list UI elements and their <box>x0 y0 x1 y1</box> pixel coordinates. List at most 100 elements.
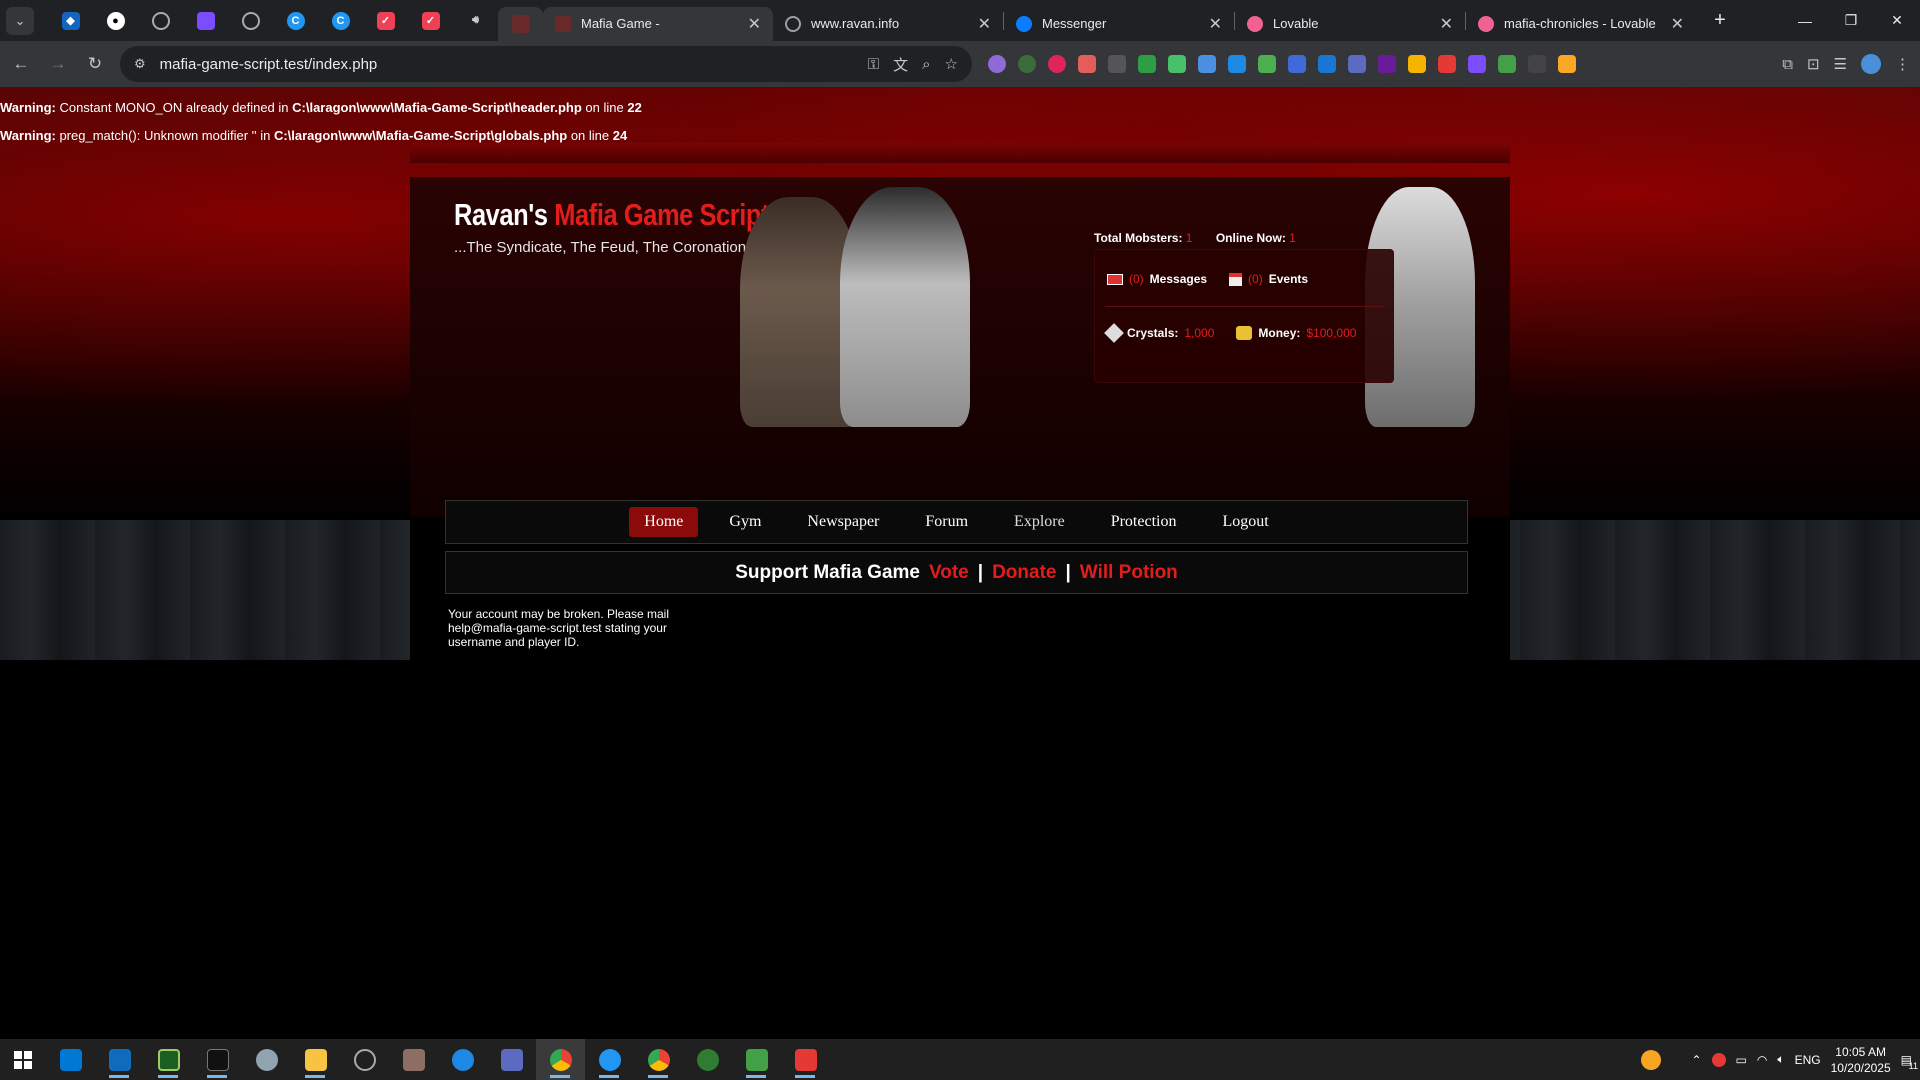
taskbar-app[interactable] <box>340 1039 389 1080</box>
tab-close-icon[interactable]: ✕ <box>1671 14 1684 34</box>
zoom-icon[interactable]: ⌕ <box>922 56 930 73</box>
will-potion-link[interactable]: Will Potion <box>1080 562 1178 584</box>
chevron-up-icon[interactable]: ⌃ <box>1691 1053 1701 1067</box>
tab-close-icon[interactable]: ✕ <box>1440 14 1453 34</box>
extension-icon[interactable] <box>1258 55 1276 73</box>
extension-icon[interactable] <box>1378 55 1396 73</box>
taskbar-app[interactable] <box>438 1039 487 1080</box>
taskbar-outlook[interactable] <box>95 1039 144 1080</box>
pinned-tab-3[interactable] <box>138 4 183 38</box>
address-bar[interactable]: ⚙ mafia-game-script.test/index.php ⚿ 文 ⌕… <box>120 46 972 82</box>
extension-icon[interactable] <box>1048 55 1066 73</box>
extension-icon[interactable] <box>1528 55 1546 73</box>
messages-count[interactable]: (0) <box>1129 272 1144 286</box>
password-key-icon[interactable]: ⚿ <box>868 56 879 73</box>
taskbar-app[interactable] <box>389 1039 438 1080</box>
pinned-tab-8[interactable]: ✓ <box>363 4 408 38</box>
pinned-tab-1[interactable]: ◆ <box>48 4 93 38</box>
pinned-tab-11[interactable] <box>498 6 543 41</box>
taskbar-chrome[interactable] <box>536 1039 585 1080</box>
start-button[interactable] <box>0 1039 46 1080</box>
tab-mafia-game[interactable]: Mafia Game - ✕ <box>543 6 773 41</box>
nav-protection[interactable]: Protection <box>1096 507 1192 537</box>
nav-explore[interactable]: Explore <box>999 507 1080 537</box>
pinned-tab-10[interactable]: 🔊︎ <box>453 4 498 38</box>
extension-icon[interactable] <box>1288 55 1306 73</box>
events-count[interactable]: (0) <box>1248 272 1263 286</box>
extension-icon[interactable] <box>1168 55 1186 73</box>
minimize-button[interactable]: — <box>1782 0 1828 41</box>
volume-icon[interactable]: 🔈︎ <box>1777 1052 1784 1067</box>
extension-icon[interactable] <box>1558 55 1576 73</box>
nav-logout[interactable]: Logout <box>1207 507 1283 537</box>
taskbar-app[interactable] <box>683 1039 732 1080</box>
taskbar-store[interactable] <box>46 1039 95 1080</box>
extension-icon[interactable] <box>1198 55 1216 73</box>
weather-icon[interactable] <box>1641 1049 1662 1070</box>
tab-close-icon[interactable]: ✕ <box>748 14 761 34</box>
site-logo[interactable]: Ravan's Mafia Game Script <box>454 197 770 233</box>
pinned-tab-7[interactable]: C <box>318 4 363 38</box>
tab-close-icon[interactable]: ✕ <box>978 14 991 34</box>
pinned-tab-6[interactable]: C <box>273 4 318 38</box>
reading-list-icon[interactable]: ☰ <box>1834 55 1847 73</box>
taskbar-app[interactable] <box>144 1039 193 1080</box>
translate-icon[interactable]: 文 <box>893 54 908 75</box>
extension-icon[interactable] <box>1138 55 1156 73</box>
extension-icon[interactable] <box>1498 55 1516 73</box>
taskbar-app[interactable] <box>193 1039 242 1080</box>
new-tab-button[interactable]: + <box>1706 9 1734 32</box>
battery-icon[interactable]: ▭ <box>1736 1053 1747 1067</box>
nav-forum[interactable]: Forum <box>910 507 983 537</box>
close-window-button[interactable]: ✕ <box>1874 0 1920 41</box>
pinned-tab-9[interactable]: ✓ <box>408 4 453 38</box>
notifications-icon[interactable]: ▤ 11 <box>1901 1053 1918 1071</box>
tab-search-button[interactable]: ⌄ <box>6 6 34 35</box>
screenshot-icon[interactable]: ⊡ <box>1807 55 1820 73</box>
vote-link[interactable]: Vote <box>929 562 969 584</box>
tab-ravan-info[interactable]: www.ravan.info ✕ <box>773 7 1003 41</box>
back-button[interactable]: ← <box>5 48 37 80</box>
pinned-tab-2[interactable]: ● <box>93 4 138 38</box>
clock[interactable]: 10:05 AM 10/20/2025 <box>1831 1044 1891 1076</box>
tab-mafia-chronicles[interactable]: mafia-chronicles - Lovable ✕ <box>1466 7 1696 41</box>
taskbar-app[interactable] <box>781 1039 830 1080</box>
extension-icon[interactable] <box>988 55 1006 73</box>
extension-icon[interactable] <box>1468 55 1486 73</box>
forward-button[interactable]: → <box>42 48 74 80</box>
site-info-icon[interactable]: ⚙ <box>134 56 146 72</box>
wifi-icon[interactable]: ◠ <box>1757 1053 1767 1067</box>
reload-button[interactable]: ↻ <box>79 48 111 80</box>
profile-avatar[interactable] <box>1861 54 1881 74</box>
donate-link[interactable]: Donate <box>992 562 1056 584</box>
messages-link[interactable]: Messages <box>1150 272 1207 286</box>
taskbar-app[interactable] <box>732 1039 781 1080</box>
language-indicator[interactable]: ENG <box>1795 1053 1821 1067</box>
restore-button[interactable]: ❐ <box>1828 0 1874 41</box>
tab-close-icon[interactable]: ✕ <box>1209 14 1222 34</box>
taskbar-explorer[interactable] <box>291 1039 340 1080</box>
nav-home[interactable]: Home <box>629 507 699 537</box>
extension-icon[interactable] <box>1018 55 1036 73</box>
extensions-puzzle-icon[interactable]: ⧉ <box>1782 56 1793 73</box>
taskbar-chrome-profile[interactable] <box>634 1039 683 1080</box>
extension-icon[interactable] <box>1348 55 1366 73</box>
extension-icon[interactable] <box>1108 55 1126 73</box>
tab-messenger[interactable]: Messenger ✕ <box>1004 7 1234 41</box>
taskbar-app[interactable] <box>242 1039 291 1080</box>
extension-icon[interactable] <box>1438 55 1456 73</box>
pinned-tab-5[interactable] <box>228 4 273 38</box>
extension-icon[interactable] <box>1078 55 1096 73</box>
taskbar-app[interactable] <box>487 1039 536 1080</box>
taskbar-app[interactable] <box>585 1039 634 1080</box>
bookmark-star-icon[interactable]: ☆ <box>945 55 958 73</box>
nav-newspaper[interactable]: Newspaper <box>792 507 894 537</box>
browser-menu-icon[interactable]: ⋮ <box>1895 55 1910 73</box>
extension-icon[interactable] <box>1408 55 1426 73</box>
nav-gym[interactable]: Gym <box>714 507 776 537</box>
tab-lovable[interactable]: Lovable ✕ <box>1235 7 1465 41</box>
pinned-tab-4[interactable] <box>183 4 228 38</box>
extension-icon[interactable] <box>1228 55 1246 73</box>
extension-icon[interactable] <box>1318 55 1336 73</box>
events-link[interactable]: Events <box>1269 272 1308 286</box>
